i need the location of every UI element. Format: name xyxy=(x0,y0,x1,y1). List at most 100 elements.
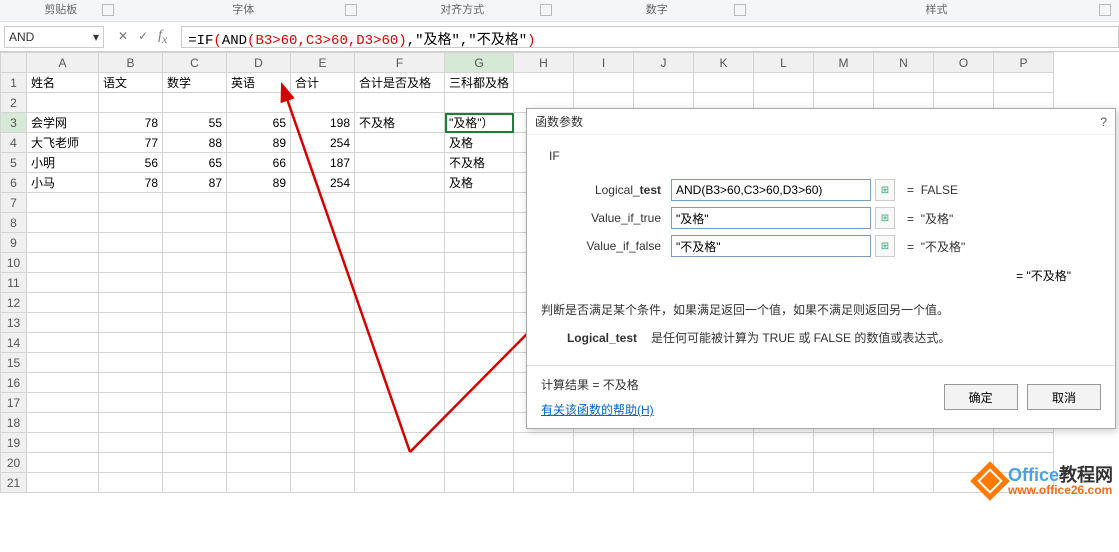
cell[interactable]: 英语 xyxy=(227,73,291,93)
cell[interactable] xyxy=(291,373,355,393)
row-header[interactable]: 14 xyxy=(1,333,27,353)
cell[interactable] xyxy=(445,253,514,273)
cell[interactable] xyxy=(291,333,355,353)
cell[interactable] xyxy=(163,293,227,313)
cell[interactable] xyxy=(99,373,163,393)
cell[interactable] xyxy=(227,193,291,213)
cell[interactable] xyxy=(874,73,934,93)
range-picker-icon[interactable]: ⊞ xyxy=(875,179,895,201)
cell[interactable] xyxy=(163,273,227,293)
cell[interactable] xyxy=(27,473,99,493)
cell[interactable] xyxy=(99,473,163,493)
cell[interactable]: 254 xyxy=(291,133,355,153)
cell[interactable] xyxy=(27,433,99,453)
cell[interactable] xyxy=(27,353,99,373)
cell[interactable]: 不及格 xyxy=(445,153,514,173)
cell[interactable]: 小明 xyxy=(27,153,99,173)
cell[interactable] xyxy=(163,393,227,413)
col-header[interactable]: F xyxy=(355,53,445,73)
cell[interactable]: 语文 xyxy=(99,73,163,93)
cell[interactable] xyxy=(291,253,355,273)
cell[interactable] xyxy=(99,433,163,453)
cell[interactable] xyxy=(99,293,163,313)
cell[interactable] xyxy=(754,73,814,93)
cell[interactable] xyxy=(291,233,355,253)
cell[interactable] xyxy=(227,433,291,453)
cell[interactable] xyxy=(445,213,514,233)
cell[interactable]: 合计 xyxy=(291,73,355,93)
cell[interactable] xyxy=(99,333,163,353)
cell[interactable] xyxy=(514,73,574,93)
cell[interactable] xyxy=(27,453,99,473)
cell[interactable] xyxy=(694,473,754,493)
cell[interactable]: 及格 xyxy=(445,133,514,153)
cell[interactable] xyxy=(227,413,291,433)
chevron-down-icon[interactable]: ▾ xyxy=(93,30,99,44)
cell[interactable] xyxy=(99,233,163,253)
cell[interactable] xyxy=(99,413,163,433)
cell[interactable] xyxy=(227,253,291,273)
cell[interactable] xyxy=(934,73,994,93)
col-header[interactable]: J xyxy=(634,53,694,73)
cell[interactable] xyxy=(163,373,227,393)
cancel-button[interactable]: 取消 xyxy=(1027,384,1101,410)
cell[interactable] xyxy=(291,393,355,413)
col-header[interactable]: D xyxy=(227,53,291,73)
cell[interactable] xyxy=(99,393,163,413)
cell[interactable] xyxy=(163,213,227,233)
cell[interactable] xyxy=(27,233,99,253)
cell[interactable] xyxy=(163,233,227,253)
cell[interactable] xyxy=(163,473,227,493)
cell[interactable]: 88 xyxy=(163,133,227,153)
cell[interactable] xyxy=(634,73,694,93)
row-header[interactable]: 6 xyxy=(1,173,27,193)
cell[interactable] xyxy=(355,133,445,153)
cell[interactable] xyxy=(814,453,874,473)
row-header[interactable]: 3 xyxy=(1,113,27,133)
cell[interactable] xyxy=(227,393,291,413)
cell[interactable] xyxy=(445,293,514,313)
cell[interactable] xyxy=(291,273,355,293)
cell[interactable] xyxy=(227,353,291,373)
cell[interactable] xyxy=(445,393,514,413)
cell[interactable]: 会学网 xyxy=(27,113,99,133)
select-all-corner[interactable] xyxy=(1,53,27,73)
cell[interactable] xyxy=(514,473,574,493)
row-header[interactable]: 11 xyxy=(1,273,27,293)
cell[interactable] xyxy=(355,233,445,253)
cell[interactable] xyxy=(694,453,754,473)
cell[interactable]: 姓名 xyxy=(27,73,99,93)
range-picker-icon[interactable]: ⊞ xyxy=(875,235,895,257)
cell[interactable] xyxy=(355,93,445,113)
col-header[interactable]: I xyxy=(574,53,634,73)
cell[interactable] xyxy=(445,333,514,353)
cell[interactable] xyxy=(291,453,355,473)
cell[interactable]: 及格 xyxy=(445,173,514,193)
cell[interactable] xyxy=(445,373,514,393)
cell[interactable] xyxy=(574,433,634,453)
cell[interactable]: 66 xyxy=(227,153,291,173)
cell[interactable]: 小马 xyxy=(27,173,99,193)
col-header[interactable]: E xyxy=(291,53,355,73)
cell[interactable]: 不及格 xyxy=(355,113,445,133)
cell[interactable]: 56 xyxy=(99,153,163,173)
row-header[interactable]: 13 xyxy=(1,313,27,333)
cell[interactable] xyxy=(27,373,99,393)
cell[interactable] xyxy=(227,293,291,313)
cell[interactable] xyxy=(634,473,694,493)
cell[interactable] xyxy=(355,453,445,473)
cell[interactable] xyxy=(445,353,514,373)
cell[interactable] xyxy=(355,213,445,233)
col-header[interactable]: H xyxy=(514,53,574,73)
row-header[interactable]: 20 xyxy=(1,453,27,473)
cell[interactable] xyxy=(27,413,99,433)
cell[interactable] xyxy=(355,413,445,433)
cell[interactable] xyxy=(163,413,227,433)
cell[interactable] xyxy=(163,253,227,273)
col-header[interactable]: N xyxy=(874,53,934,73)
cell[interactable] xyxy=(163,193,227,213)
cell[interactable] xyxy=(27,293,99,313)
cell[interactable]: 65 xyxy=(227,113,291,133)
cell[interactable] xyxy=(994,73,1054,93)
function-help-link[interactable]: 有关该函数的帮助(H) xyxy=(541,401,654,418)
